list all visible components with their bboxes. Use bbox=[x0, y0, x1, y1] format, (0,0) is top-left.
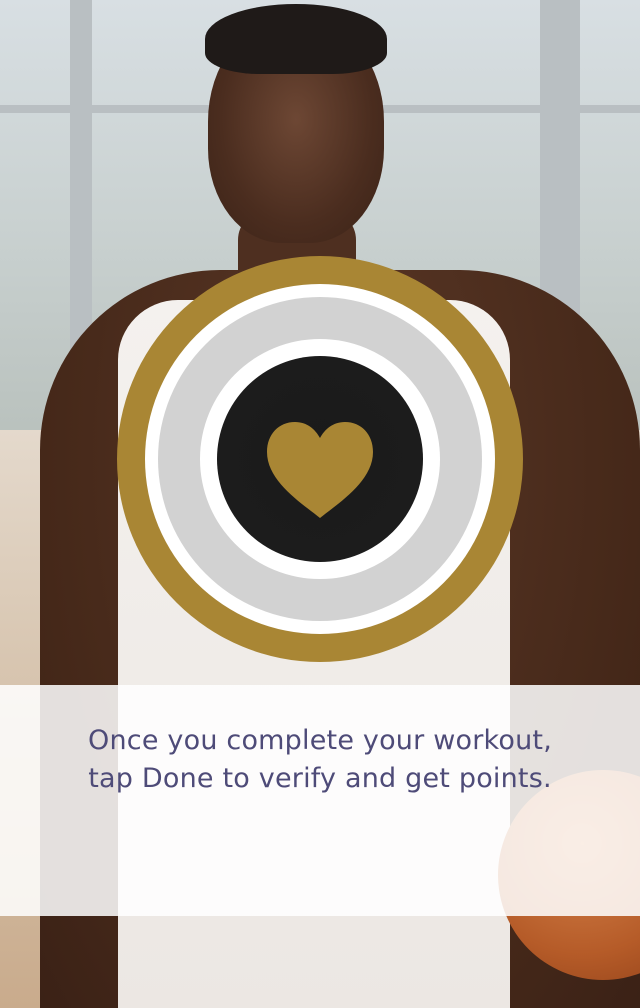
athlete-hair bbox=[205, 4, 387, 74]
instruction-line-1: Once you complete your workout, bbox=[88, 725, 552, 756]
heart-icon bbox=[267, 422, 373, 518]
instruction-text: Once you complete your workout, tap Done… bbox=[40, 722, 600, 798]
caption-panel bbox=[0, 685, 640, 916]
instruction-line-2: tap Done to verify and get points. bbox=[88, 763, 552, 794]
done-target-button[interactable] bbox=[117, 256, 523, 662]
